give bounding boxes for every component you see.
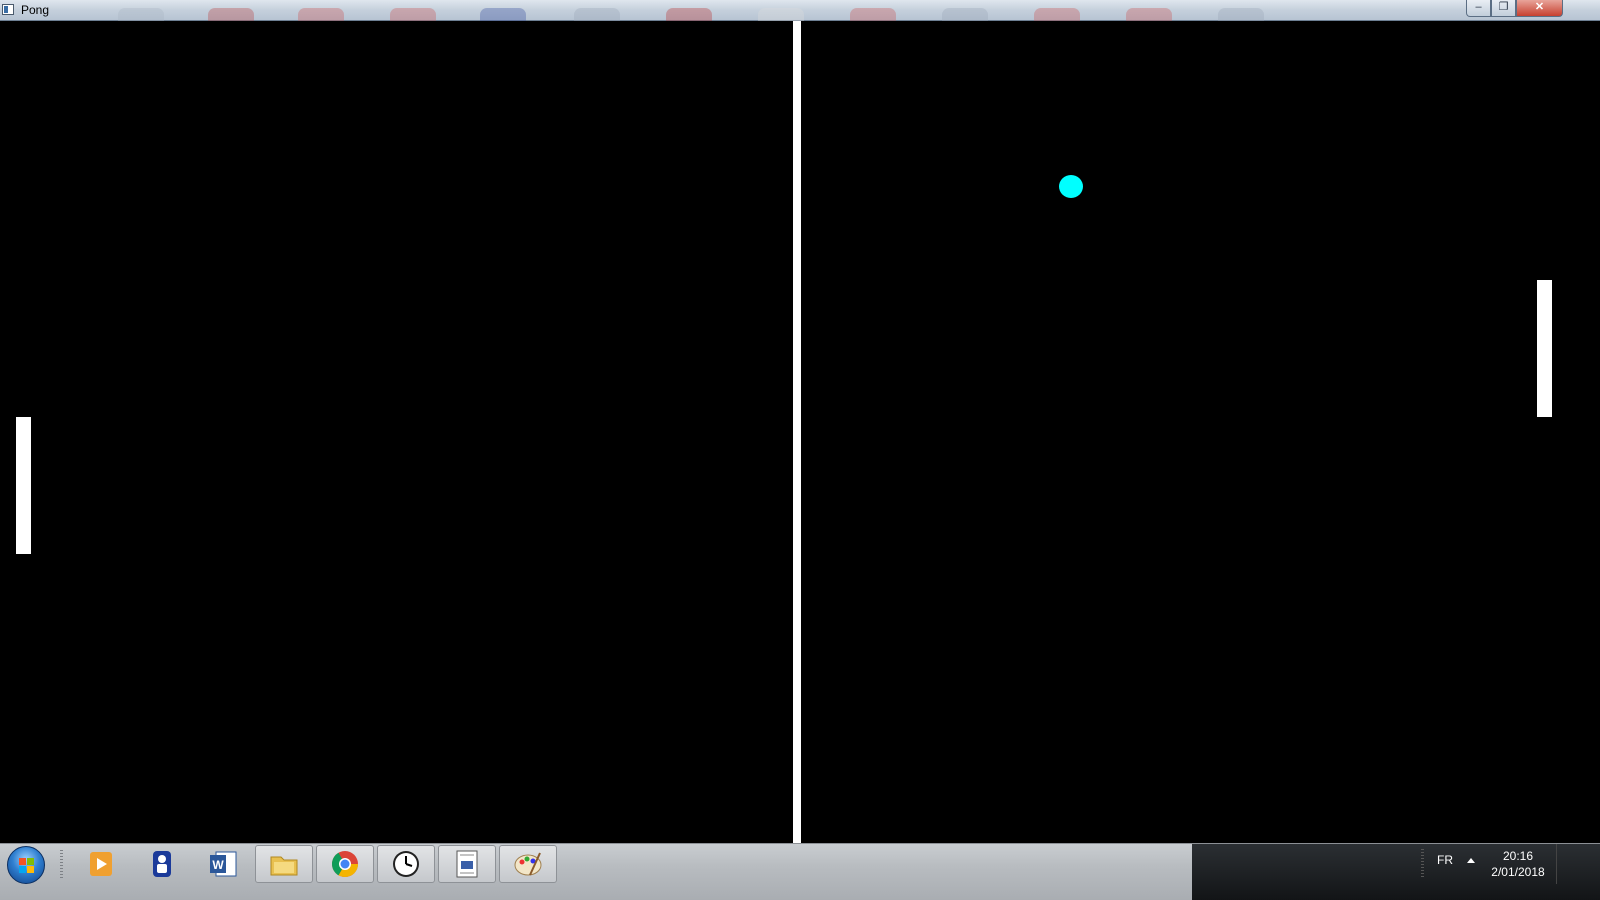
taskbar: W FR 20:16 2/01/2018: [0, 843, 1600, 900]
document-icon: [452, 849, 482, 879]
maximize-button[interactable]: ❐: [1491, 0, 1516, 17]
taskbar-java-app[interactable]: [438, 845, 496, 883]
start-button[interactable]: [7, 846, 45, 884]
minimize-button[interactable]: –: [1466, 0, 1491, 17]
taskbar-contacts[interactable]: [133, 845, 191, 883]
taskbar-paint[interactable]: [499, 845, 557, 883]
background-taskbar-reflection: [100, 0, 1300, 22]
left-paddle: [16, 417, 31, 554]
taskbar-media-player[interactable]: [72, 845, 130, 883]
chrome-icon: [330, 849, 360, 879]
word-icon: W: [208, 849, 238, 879]
media-player-icon: [86, 849, 116, 879]
center-net: [793, 21, 801, 843]
game-canvas[interactable]: [0, 21, 1568, 843]
close-button[interactable]: ✕: [1516, 0, 1563, 17]
taskbar-gripper[interactable]: [60, 850, 63, 880]
app-icon[interactable]: [2, 4, 14, 15]
tray-separator: [1421, 849, 1424, 879]
taskbar-chrome[interactable]: [316, 845, 374, 883]
window-edge: [1568, 21, 1600, 843]
show-desktop-button[interactable]: [1556, 844, 1568, 884]
language-indicator[interactable]: FR: [1437, 853, 1453, 867]
clock-time: 20:16: [1502, 849, 1534, 863]
taskbar-word[interactable]: W: [194, 845, 252, 883]
taskbar-clock[interactable]: [377, 845, 435, 883]
clock-icon: [391, 849, 421, 879]
user-icon: [147, 849, 177, 879]
window-title: Pong: [21, 3, 50, 17]
show-hidden-icons-icon[interactable]: [1467, 858, 1475, 863]
taskbar-explorer[interactable]: [255, 845, 313, 883]
folder-icon: [269, 849, 299, 879]
windows-logo-icon: [19, 858, 35, 874]
clock-date: 2/01/2018: [1491, 865, 1545, 879]
svg-text:W: W: [212, 858, 224, 872]
title-bar[interactable]: Pong – ❐ ✕: [0, 0, 1600, 22]
right-paddle: [1537, 280, 1552, 417]
ball: [1059, 175, 1083, 198]
paint-icon: [513, 849, 543, 879]
